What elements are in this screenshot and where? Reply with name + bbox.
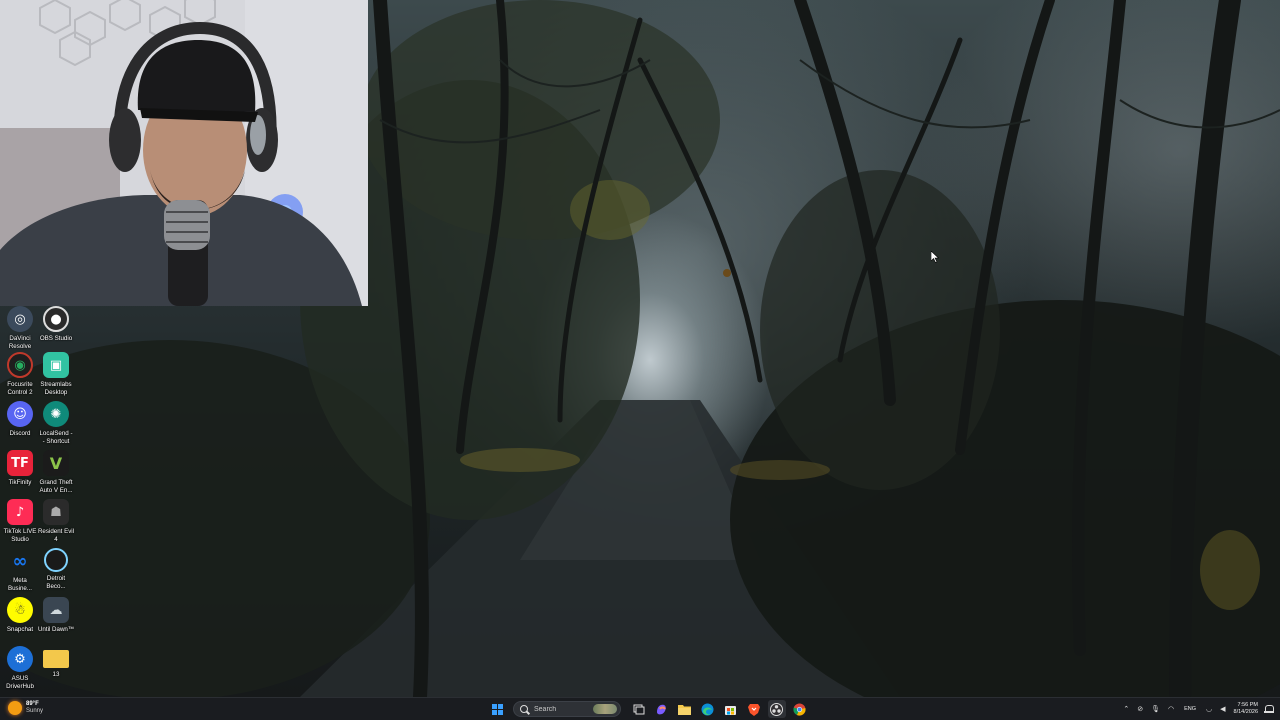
desktop-icon-label: Resident Evil 4 xyxy=(37,528,75,543)
brave-icon xyxy=(747,703,760,716)
desktop-icon-label: TikFinity xyxy=(8,479,32,486)
weather-condition: Sunny xyxy=(26,708,44,714)
desktop-icon-label: Grand Theft Auto V En... xyxy=(39,479,73,494)
desktop-icon-label: Streamlabs Desktop xyxy=(40,381,72,396)
desktop-icon-tiktok-live[interactable]: ♪ TikTok LIVE Studio xyxy=(0,499,40,543)
gta-v-icon: V xyxy=(43,450,69,476)
desktop-icon-obs-studio[interactable]: ● OBS Studio xyxy=(36,306,76,343)
desktop-icon-detroit[interactable]: Detroit Beco... xyxy=(36,548,76,590)
tikfinity-icon: TF xyxy=(7,450,33,476)
task-view-button[interactable] xyxy=(630,700,648,718)
desktop-icon-discord[interactable]: ☺ Discord xyxy=(0,401,40,438)
input-language[interactable]: ENG xyxy=(1184,706,1196,712)
search-highlight-image xyxy=(593,704,617,714)
obs-taskbar-button[interactable] xyxy=(767,700,786,718)
copilot-icon xyxy=(657,704,666,714)
desktop-icon-resident-evil[interactable]: ☗ Resident Evil 4 xyxy=(36,499,76,543)
file-explorer-button[interactable] xyxy=(676,700,694,718)
store-icon xyxy=(725,705,736,715)
desktop-icon-label: DaVinci Resolve xyxy=(8,335,32,350)
desktop-icon-meta-business[interactable]: ∞ Meta Busine... xyxy=(0,548,40,592)
notification-bell-icon[interactable] xyxy=(1264,704,1274,714)
file-explorer-icon xyxy=(678,704,691,715)
desktop-icon-label: Meta Busine... xyxy=(7,577,33,592)
desktop-icon-label: Focusrite Control 2 xyxy=(7,381,33,396)
desktop-icon-snapchat[interactable]: ☃ Snapchat xyxy=(0,597,40,634)
desktop-icon-streamlabs[interactable]: ▣ Streamlabs Desktop xyxy=(36,352,76,396)
taskbar-search[interactable] xyxy=(513,701,621,717)
detroit-icon xyxy=(44,548,68,572)
desktop-icon-label: Discord xyxy=(9,430,31,437)
sun-icon xyxy=(8,701,22,715)
start-button[interactable] xyxy=(489,700,507,718)
obs-taskbar-icon xyxy=(770,702,783,716)
microphone-icon[interactable]: 🎙︎ xyxy=(1151,705,1160,713)
desktop-icon-label: OBS Studio xyxy=(39,335,73,342)
until-dawn-icon: ☁ xyxy=(43,597,69,623)
edge-button[interactable] xyxy=(699,700,717,718)
volume-icon[interactable]: ◀︎ xyxy=(1220,705,1225,713)
desktop-icon-label: Detroit Beco... xyxy=(46,575,66,590)
network-off-icon[interactable]: ⊘ xyxy=(1137,705,1143,713)
snapchat-icon: ☃ xyxy=(7,597,33,623)
davinci-resolve-icon: ◎ xyxy=(7,306,33,332)
resident-evil-icon: ☗ xyxy=(43,499,69,525)
desktop-icon-label: ASUS DriverHub xyxy=(6,675,34,690)
streamlabs-icon: ▣ xyxy=(43,352,69,378)
focusrite-icon: ◉ xyxy=(7,352,33,378)
desktop-icon-focusrite[interactable]: ◉ Focusrite Control 2 xyxy=(0,352,40,396)
clock-time: 7:56 PM xyxy=(1237,702,1258,708)
desktop-icon-asus-driverhub[interactable]: ⚙ ASUS DriverHub xyxy=(0,646,40,690)
search-input[interactable] xyxy=(534,705,596,713)
discord-icon: ☺ xyxy=(7,401,33,427)
edge-icon xyxy=(701,703,714,715)
asus-driverhub-icon: ⚙ xyxy=(7,646,33,672)
store-button[interactable] xyxy=(722,700,740,718)
desktop-icon-label: Until Dawn™ xyxy=(37,626,75,633)
desktop-icon-davinci-resolve[interactable]: ◎ DaVinci Resolve xyxy=(0,306,40,350)
system-tray: ⌃ ⊘ 🎙︎ ◠ ENG ◡ ◀︎ 7:56 PM 8/14/2026 xyxy=(1119,698,1280,720)
taskbar-apps xyxy=(486,699,811,719)
desktop-icon-label: 13 xyxy=(52,671,60,678)
wifi-icon[interactable]: ◡ xyxy=(1206,705,1212,713)
streamer-webcam-image xyxy=(0,0,368,306)
chrome-button[interactable] xyxy=(791,700,809,718)
desktop-icon-label: Snapchat xyxy=(6,626,34,633)
task-view-icon xyxy=(633,704,644,715)
weather-widget[interactable]: 89°F Sunny xyxy=(8,701,43,715)
taskbar-clock[interactable]: 7:56 PM 8/14/2026 xyxy=(1234,702,1258,716)
clock-date: 8/14/2026 xyxy=(1233,709,1258,715)
desktop-icon-until-dawn[interactable]: ☁ Until Dawn™ xyxy=(36,597,76,634)
meta-icon: ∞ xyxy=(12,550,28,572)
tiktok-live-icon: ♪ xyxy=(7,499,33,525)
desktop-icon-label: LocalSend - - Shortcut xyxy=(39,430,73,445)
headset-icon[interactable]: ◠ xyxy=(1168,705,1174,713)
desktop-icon-tikfinity[interactable]: TF TikFinity xyxy=(0,450,40,487)
mouse-cursor-icon xyxy=(931,251,939,263)
desktop-icon-label: TikTok LIVE Studio xyxy=(3,528,37,543)
search-icon xyxy=(520,705,528,713)
windows-start-icon xyxy=(492,703,503,715)
desktop-icon-localsend[interactable]: ✺ LocalSend - - Shortcut xyxy=(36,401,76,445)
copilot-button[interactable] xyxy=(653,700,671,718)
localsend-icon: ✺ xyxy=(43,401,69,427)
desktop-icon-gta-v[interactable]: V Grand Theft Auto V En... xyxy=(36,450,76,494)
chrome-icon xyxy=(793,703,806,716)
folder-icon xyxy=(43,650,69,668)
chevron-up-icon[interactable]: ⌃ xyxy=(1123,705,1129,713)
webcam-overlay xyxy=(0,0,368,306)
weather-temperature: 89°F xyxy=(26,701,39,707)
desktop-icon-folder-13[interactable]: 13 xyxy=(36,646,76,679)
taskbar: 89°F Sunny Search ⌃ ⊘ 🎙︎ ◠ ENG ◡ ◀︎ 7:56… xyxy=(0,697,1280,720)
brave-button[interactable] xyxy=(745,700,763,718)
obs-studio-icon: ● xyxy=(43,306,69,332)
